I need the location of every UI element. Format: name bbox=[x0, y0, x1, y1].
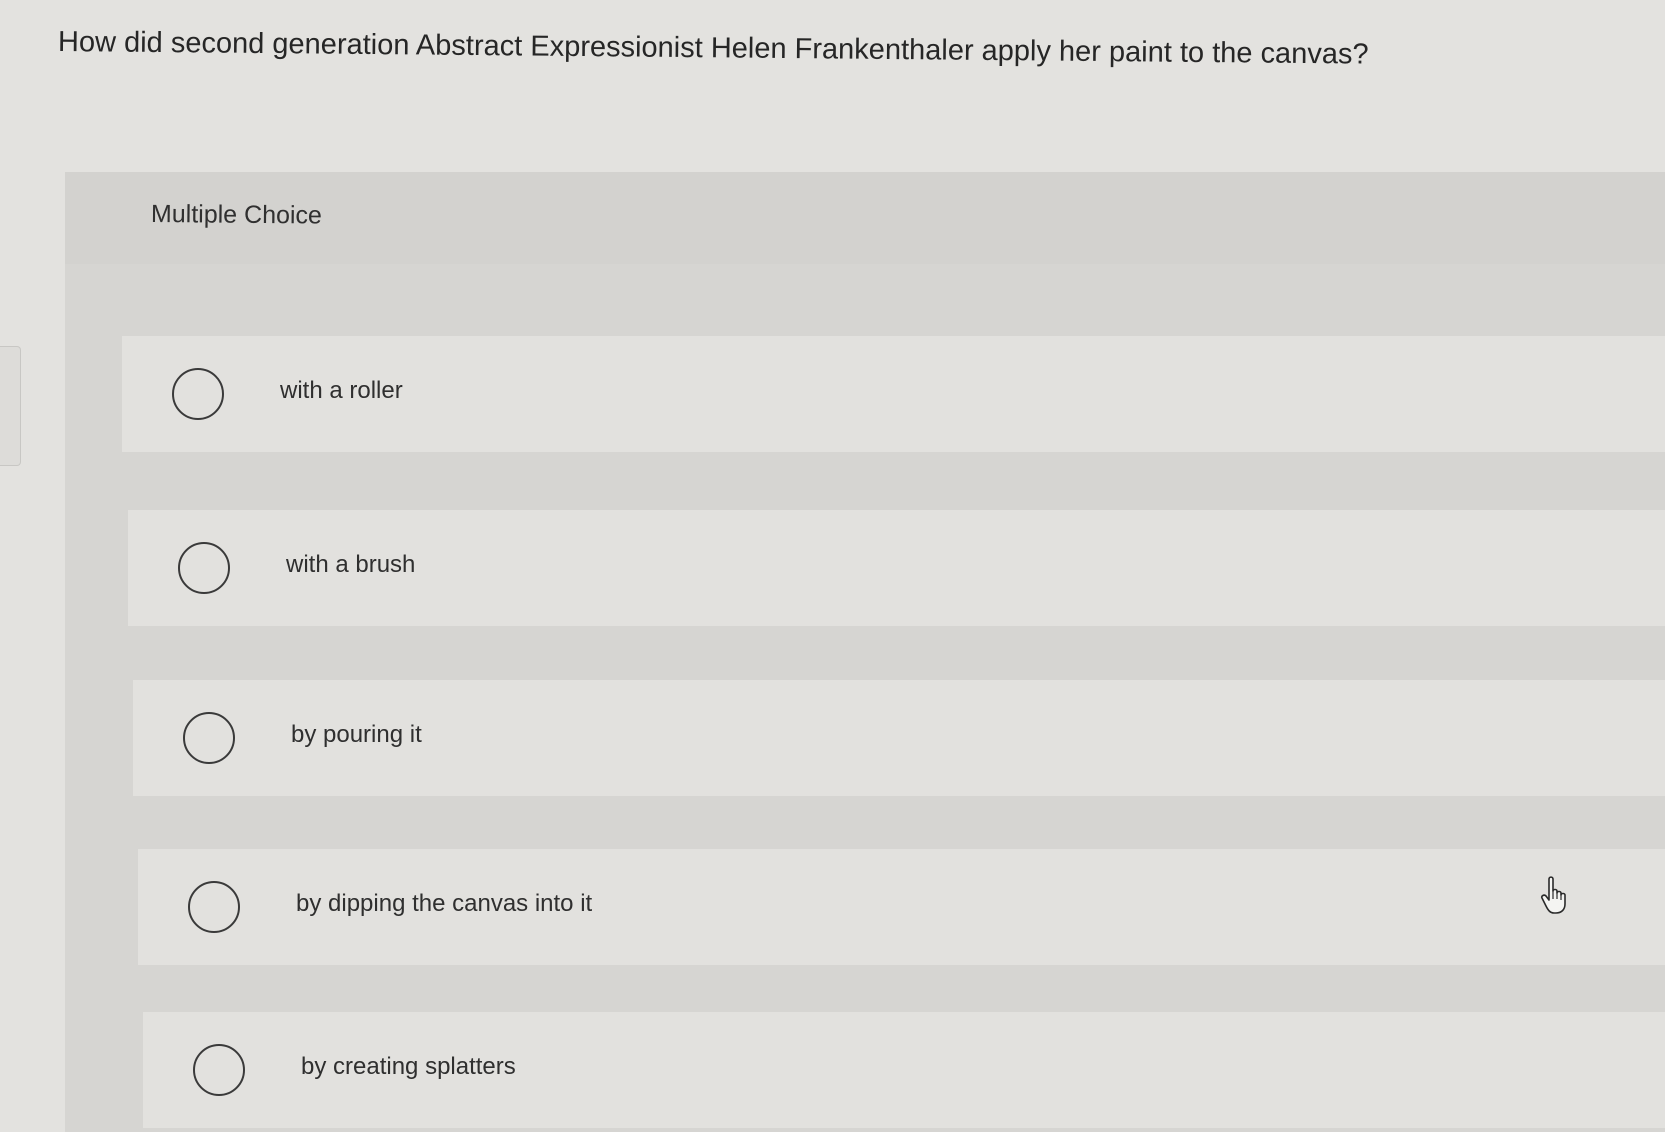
radio-unselected-icon[interactable] bbox=[172, 368, 224, 420]
choice-option-pouring[interactable]: by pouring it bbox=[133, 680, 1665, 796]
choice-option-splatters[interactable]: by creating splatters bbox=[143, 1012, 1665, 1128]
choice-label: by dipping the canvas into it bbox=[296, 890, 593, 917]
choice-option-roller[interactable]: with a roller bbox=[122, 336, 1665, 452]
choice-label: with a roller bbox=[280, 377, 403, 404]
left-edge-tab bbox=[0, 346, 21, 466]
radio-unselected-icon[interactable] bbox=[178, 542, 230, 594]
panel-header: Multiple Choice bbox=[65, 172, 1665, 264]
radio-unselected-icon[interactable] bbox=[193, 1044, 245, 1096]
choice-option-brush[interactable]: with a brush bbox=[128, 510, 1665, 626]
radio-unselected-icon[interactable] bbox=[188, 881, 240, 933]
multiple-choice-panel: Multiple Choice with a roller with a bru… bbox=[65, 172, 1665, 1132]
hand-pointer-icon bbox=[1541, 876, 1566, 914]
panel-label: Multiple Choice bbox=[150, 200, 323, 230]
choice-label: by pouring it bbox=[291, 721, 422, 748]
choice-option-dipping[interactable]: by dipping the canvas into it bbox=[138, 849, 1665, 965]
choice-label: with a brush bbox=[286, 551, 416, 578]
question-text: How did second generation Abstract Expre… bbox=[57, 26, 1369, 71]
choice-label: by creating splatters bbox=[301, 1053, 516, 1080]
radio-unselected-icon[interactable] bbox=[183, 712, 235, 764]
